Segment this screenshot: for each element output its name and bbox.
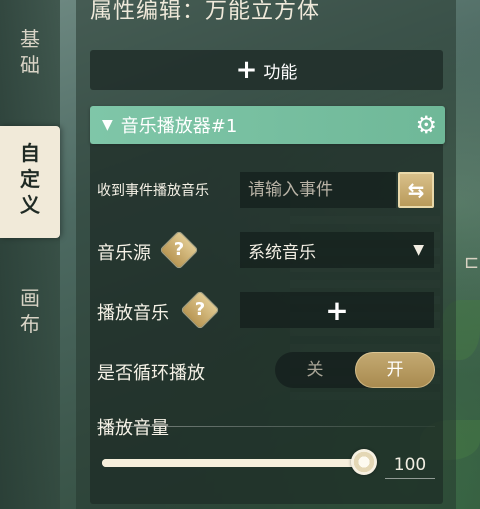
tab-canvas[interactable]: 画 布 (0, 285, 60, 345)
music-source-select[interactable]: 系统音乐 ▼ (240, 232, 434, 268)
source-label: 音乐源 (97, 243, 151, 264)
music-source-value: 系统音乐 (248, 242, 316, 263)
tab-basic[interactable]: 基 础 (0, 26, 60, 86)
question-icon[interactable]: ? (160, 231, 198, 269)
triangle-down-icon[interactable]: ▼ (102, 117, 113, 133)
add-function-label: 功能 (263, 62, 298, 83)
volume-slider-fill (102, 459, 364, 467)
loop-label: 是否循环播放 (97, 363, 205, 384)
question-icon[interactable]: ? (181, 291, 219, 329)
sidebar: 基 础 自 定 义 画 布 (0, 0, 60, 509)
tab-custom[interactable]: 自 定 义 (0, 126, 60, 238)
module-header[interactable]: ▼ 音乐播放器#1 ⚙ (90, 106, 445, 144)
add-function-button[interactable]: + 功能 (90, 50, 443, 90)
loop-on-option[interactable]: 开 (355, 352, 435, 388)
add-music-button[interactable]: + (240, 292, 434, 328)
module-name: 音乐播放器#1 (120, 116, 238, 137)
event-label: 收到事件播放音乐 (97, 183, 209, 199)
plus-icon: + (235, 55, 258, 85)
volume-value[interactable]: 100 (385, 452, 435, 479)
volume-slider-handle[interactable] (351, 449, 377, 475)
loop-toggle[interactable]: 关 开 (275, 352, 435, 388)
swap-arrows-icon[interactable]: ⇆ (398, 172, 434, 208)
plus-icon: + (325, 293, 349, 327)
gear-icon[interactable]: ⚙ (415, 112, 437, 138)
chevron-left-icon: ⊏ (464, 252, 480, 273)
caret-down-icon: ▼ (413, 242, 424, 258)
volume-slider[interactable] (102, 459, 364, 467)
divider (97, 426, 435, 427)
page-title: 属性编辑：万能立方体 (90, 0, 321, 24)
loop-off-option[interactable]: 关 (275, 352, 355, 388)
volume-label: 播放音量 (97, 418, 169, 439)
event-input[interactable] (240, 172, 396, 208)
play-label: 播放音乐 (97, 303, 169, 324)
